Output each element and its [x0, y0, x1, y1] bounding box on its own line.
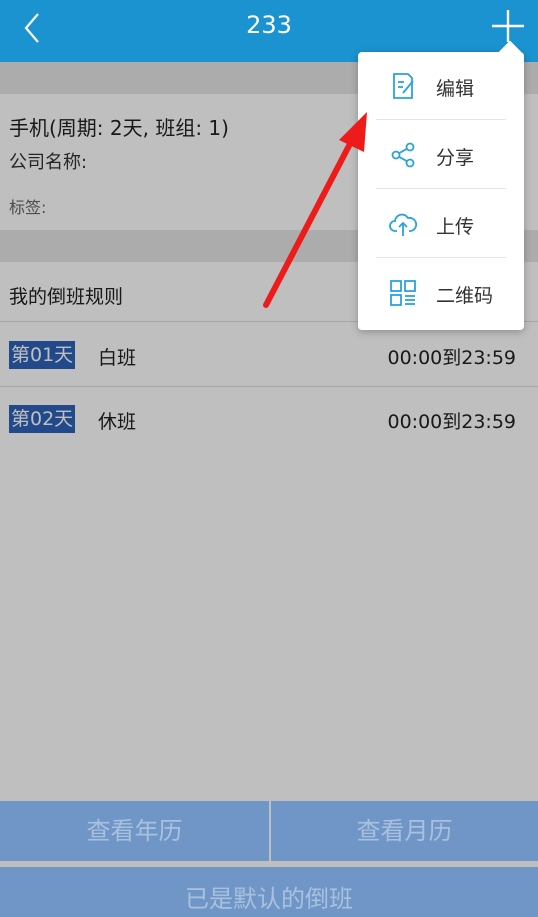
qr-code-icon [390, 280, 416, 306]
edit-icon [393, 73, 414, 99]
view-month-calendar-button[interactable]: 查看月历 [271, 801, 538, 861]
add-plus-icon[interactable] [490, 8, 526, 44]
page-title: 233 [246, 11, 292, 39]
menu-item-qr-code[interactable]: 二维码 [376, 259, 506, 327]
menu-item-share[interactable]: 分享 [376, 121, 506, 189]
menu-item-label: 编辑 [436, 78, 475, 100]
menu-item-label: 上传 [436, 216, 475, 238]
popup-menu: 编辑 分享 上传 二维码 [358, 40, 524, 330]
menu-item-label: 分享 [436, 147, 475, 169]
default-shift-button[interactable]: 已是默认的倒班 [0, 867, 538, 917]
view-year-calendar-button[interactable]: 查看年历 [0, 801, 269, 861]
menu-item-edit[interactable]: 编辑 [376, 52, 506, 120]
menu-item-label: 二维码 [436, 285, 494, 307]
upload-cloud-icon [389, 213, 418, 236]
menu-item-upload[interactable]: 上传 [376, 190, 506, 258]
share-icon [391, 142, 415, 168]
